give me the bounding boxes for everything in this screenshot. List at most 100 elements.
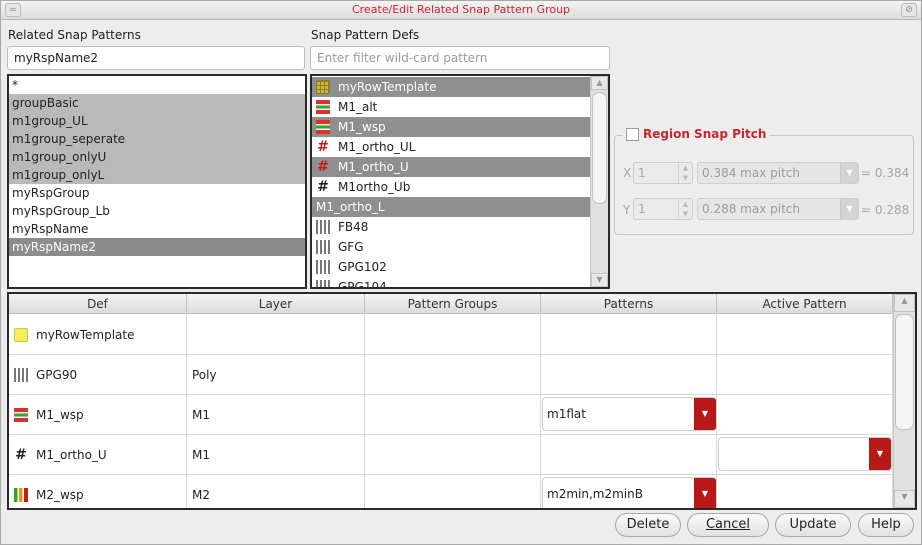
- table-cell-layer[interactable]: M1: [187, 435, 365, 475]
- hash-pattern-icon: #: [317, 159, 329, 175]
- table-cell-groups[interactable]: [365, 475, 541, 508]
- scroll-down-icon[interactable]: ▼: [591, 273, 608, 287]
- pattern-table[interactable]: Def Layer Pattern Groups Patterns Active…: [7, 292, 917, 510]
- list-item[interactable]: m1group_UL: [9, 112, 305, 130]
- x-multiplier-value: 1: [638, 166, 646, 180]
- bars-pattern-icon: [316, 220, 330, 234]
- defs-scrollbar[interactable]: ▲ ▼: [590, 76, 608, 287]
- col-header-def[interactable]: Def: [9, 294, 187, 314]
- list-item[interactable]: # M1ortho_Ub: [312, 177, 590, 197]
- delete-button[interactable]: Delete: [615, 513, 681, 537]
- table-cell-active[interactable]: ▼: [717, 435, 893, 475]
- active-pattern-combo[interactable]: ▼: [718, 437, 892, 471]
- table-cell-def[interactable]: GPG90: [9, 355, 187, 395]
- patterns-value: m1flat: [547, 407, 586, 421]
- list-item[interactable]: myRowTemplate: [312, 77, 590, 97]
- x-multiplier-spinbox[interactable]: 1 ▲ ▼: [633, 162, 693, 184]
- scroll-up-icon[interactable]: ▲: [591, 76, 608, 90]
- list-item[interactable]: myRspName2: [9, 238, 305, 256]
- table-cell-layer[interactable]: [187, 315, 365, 355]
- table-cell-def[interactable]: # M1_ortho_U: [9, 435, 187, 475]
- scroll-up-icon[interactable]: ▲: [894, 294, 915, 312]
- rsp-name-field[interactable]: myRspName2: [7, 46, 305, 70]
- cancel-button[interactable]: Cancel: [687, 513, 769, 537]
- list-item[interactable]: M1_ortho_L: [312, 197, 590, 217]
- bars-pattern-icon: [14, 367, 28, 382]
- table-cell-active[interactable]: [717, 315, 893, 355]
- list-item-label: M1_alt: [338, 100, 378, 114]
- table-cell-groups[interactable]: [365, 355, 541, 395]
- update-button[interactable]: Update: [775, 513, 851, 537]
- list-item[interactable]: GPG102: [312, 257, 590, 277]
- spin-arrows-icon[interactable]: ▲ ▼: [678, 163, 692, 183]
- y-multiplier-spinbox[interactable]: 1 ▲ ▼: [633, 198, 693, 220]
- region-snap-pitch-checkbox[interactable]: [626, 127, 639, 141]
- list-item[interactable]: GFG: [312, 237, 590, 257]
- table-cell-active[interactable]: [717, 355, 893, 395]
- filter-input[interactable]: Enter filter wild-card pattern: [310, 46, 610, 70]
- table-cell-groups[interactable]: [365, 435, 541, 475]
- table-cell-layer[interactable]: M1: [187, 395, 365, 435]
- multicolor-bars-icon: [14, 487, 28, 502]
- table-cell-patterns[interactable]: m2min,m2minB ▼: [541, 475, 717, 508]
- list-item[interactable]: myRspName: [9, 220, 305, 238]
- list-item[interactable]: m1group_onlyU: [9, 148, 305, 166]
- scroll-thumb[interactable]: [895, 314, 914, 430]
- table-cell-def[interactable]: M2_wsp: [9, 475, 187, 508]
- col-header-active-pattern[interactable]: Active Pattern: [717, 294, 893, 314]
- chevron-down-icon[interactable]: ▼: [694, 398, 716, 430]
- chevron-down-icon[interactable]: ▼: [840, 163, 858, 183]
- list-item[interactable]: GPG104: [312, 277, 590, 287]
- scroll-down-icon[interactable]: ▼: [894, 490, 915, 508]
- table-cell-groups[interactable]: [365, 395, 541, 435]
- help-button[interactable]: Help: [858, 513, 914, 537]
- table-cell-active[interactable]: [717, 475, 893, 508]
- col-header-layer[interactable]: Layer: [187, 294, 365, 314]
- table-cell-patterns[interactable]: [541, 355, 717, 395]
- chevron-down-icon[interactable]: ▼: [869, 438, 891, 470]
- y-axis-label: Y: [623, 203, 631, 217]
- row-template-icon: [14, 327, 28, 342]
- list-item[interactable]: groupBasic: [9, 94, 305, 112]
- list-item[interactable]: # M1_ortho_U: [312, 157, 590, 177]
- col-header-pattern-groups[interactable]: Pattern Groups: [365, 294, 541, 314]
- snap-pattern-defs-list[interactable]: myRowTemplate M1_alt M1_wsp # M1_ortho_UL # M1…: [310, 74, 610, 289]
- table-cell-active[interactable]: [717, 395, 893, 435]
- list-item[interactable]: m1group_seperate: [9, 130, 305, 148]
- col-header-patterns[interactable]: Patterns: [541, 294, 717, 314]
- list-item[interactable]: FB48: [312, 217, 590, 237]
- region-snap-pitch-legend[interactable]: Region Snap Pitch: [623, 127, 770, 141]
- list-item[interactable]: myRspGroup_Lb: [9, 202, 305, 220]
- list-item[interactable]: *: [9, 76, 305, 94]
- list-item[interactable]: myRspGroup: [9, 184, 305, 202]
- table-cell-layer[interactable]: Poly: [187, 355, 365, 395]
- table-cell-patterns[interactable]: [541, 435, 717, 475]
- list-item[interactable]: M1_alt: [312, 97, 590, 117]
- list-item[interactable]: # M1_ortho_UL: [312, 137, 590, 157]
- list-item-label: myRowTemplate: [338, 80, 437, 94]
- close-icon[interactable]: ⊘: [901, 3, 917, 17]
- x-pitch-combo[interactable]: 0.384 max pitch ▼: [697, 162, 859, 184]
- cell-text: M1_ortho_U: [36, 447, 107, 462]
- title-bar[interactable]: = Create/Edit Related Snap Pattern Group…: [1, 1, 921, 20]
- table-cell-layer[interactable]: M2: [187, 475, 365, 508]
- table-cell-def[interactable]: M1_wsp: [9, 395, 187, 435]
- related-snap-patterns-list[interactable]: * groupBasic m1group_UL m1group_seperate m1g…: [7, 74, 307, 289]
- hash-pattern-icon: #: [15, 446, 27, 463]
- table-cell-patterns[interactable]: m1flat ▼: [541, 395, 717, 435]
- scroll-thumb[interactable]: [592, 92, 607, 204]
- list-item-label: M1_ortho_UL: [338, 140, 416, 154]
- patterns-combo[interactable]: m1flat ▼: [542, 397, 717, 431]
- table-cell-patterns[interactable]: [541, 315, 717, 355]
- list-item-label: M1_ortho_L: [316, 200, 385, 214]
- chevron-down-icon[interactable]: ▼: [694, 478, 716, 508]
- table-scrollbar[interactable]: ▲ ▼: [893, 294, 915, 508]
- list-item[interactable]: m1group_onlyL: [9, 166, 305, 184]
- y-pitch-combo[interactable]: 0.288 max pitch ▼: [697, 198, 859, 220]
- table-cell-groups[interactable]: [365, 315, 541, 355]
- spin-arrows-icon[interactable]: ▲ ▼: [678, 199, 692, 219]
- chevron-down-icon[interactable]: ▼: [840, 199, 858, 219]
- list-item[interactable]: M1_wsp: [312, 117, 590, 137]
- patterns-combo[interactable]: m2min,m2minB ▼: [542, 477, 717, 508]
- table-cell-def[interactable]: myRowTemplate: [9, 315, 187, 355]
